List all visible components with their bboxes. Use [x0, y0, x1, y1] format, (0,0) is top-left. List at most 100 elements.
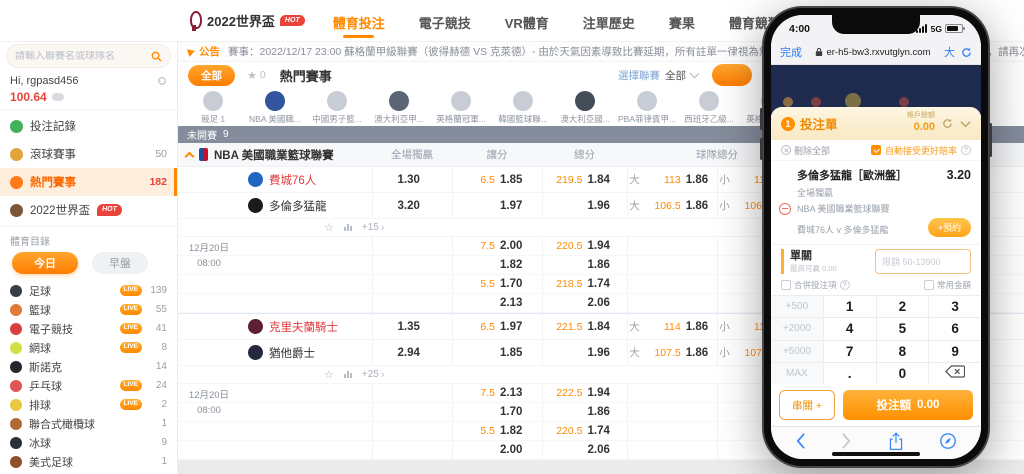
- address-field[interactable]: er-h5-bw3.rxvutglyn.com: [806, 47, 940, 58]
- keypad-key[interactable]: [929, 363, 981, 384]
- team-total-over[interactable]: 大1141.86: [627, 314, 717, 339]
- total-odds[interactable]: 1.96: [542, 340, 627, 365]
- keypad-key[interactable]: 9: [929, 341, 981, 362]
- sport-list-item[interactable]: 電子競技 LIVE 41: [0, 319, 177, 338]
- team-cell[interactable]: 猶他爵士: [240, 340, 372, 365]
- keypad-key[interactable]: 0: [877, 363, 929, 384]
- favorites-counter[interactable]: ★ 0: [247, 69, 266, 82]
- spread-odds[interactable]: 1.82: [452, 256, 542, 274]
- spread-odds[interactable]: 2.00: [452, 441, 542, 459]
- moneyline-odds[interactable]: 1.35: [372, 314, 452, 339]
- keypad-key[interactable]: 8: [877, 341, 929, 362]
- delete-all-button[interactable]: 刪除全部: [781, 144, 830, 157]
- moneyline-odds[interactable]: 2.94: [372, 340, 452, 365]
- sport-list-item[interactable]: 斯諾克 LIVE 14: [0, 357, 177, 376]
- all-filter-button[interactable]: 全部: [188, 65, 235, 86]
- keypad-key[interactable]: +2000: [771, 318, 823, 339]
- moneyline-odds[interactable]: 3.20: [372, 193, 452, 218]
- sport-list-item[interactable]: 排球 LIVE 2: [0, 395, 177, 414]
- total-odds[interactable]: 220.51.94: [542, 237, 627, 255]
- spread-odds[interactable]: 7.52.00: [452, 237, 542, 255]
- total-odds[interactable]: 219.51.84: [542, 167, 627, 192]
- spread-odds[interactable]: 2.13: [452, 294, 542, 312]
- team-total-over[interactable]: 大106.51.86: [627, 193, 717, 218]
- refresh-icon[interactable]: [942, 118, 953, 129]
- common-amount-checkbox[interactable]: 常用金額: [924, 279, 971, 291]
- parlay-button[interactable]: 串關 +: [779, 390, 835, 420]
- collapse-chevron-icon[interactable]: [960, 120, 971, 128]
- total-odds[interactable]: 1.96: [542, 193, 627, 218]
- spread-odds[interactable]: 7.52.13: [452, 384, 542, 402]
- reload-icon[interactable]: [961, 47, 972, 58]
- keypad-key[interactable]: +5000: [771, 341, 823, 362]
- moneyline-odds[interactable]: 1.30: [372, 167, 452, 192]
- league-filter-item[interactable]: 中國男子籃...: [306, 91, 368, 126]
- back-icon[interactable]: [795, 432, 806, 450]
- stake-input[interactable]: [875, 249, 971, 274]
- collapse-caret-icon[interactable]: [185, 151, 195, 161]
- search-input[interactable]: [15, 51, 151, 62]
- league-filter-item[interactable]: 澳大利亞甲...: [368, 91, 430, 126]
- place-bet-button[interactable]: 投注額 0.00: [843, 390, 973, 420]
- font-size-control[interactable]: 大: [944, 44, 955, 60]
- site-logo[interactable]: 2022世界盃 HOT: [186, 11, 305, 31]
- league-filter-item[interactable]: NBA 美國職...: [244, 91, 306, 126]
- keypad-key[interactable]: +500: [771, 296, 823, 317]
- spread-odds[interactable]: 1.97: [452, 193, 542, 218]
- league-filter-item[interactable]: 西班牙乙級...: [678, 91, 740, 126]
- spread-odds[interactable]: 1.85: [452, 340, 542, 365]
- balance-visibility-icon[interactable]: [52, 93, 64, 101]
- spread-odds[interactable]: 5.51.82: [452, 422, 542, 440]
- share-icon[interactable]: [888, 432, 904, 451]
- merge-bets-checkbox[interactable]: 合併投注項 ?: [781, 279, 850, 291]
- league-filter-dropdown[interactable]: 選擇聯賽 全部: [618, 68, 698, 83]
- nav-tab[interactable]: 注單歷史: [583, 2, 635, 40]
- more-markets-link[interactable]: +15›: [362, 222, 385, 234]
- sidebar-menu-item[interactable]: 2022世界盃 HOT: [0, 196, 177, 224]
- team-total-over[interactable]: 大1131.86: [627, 167, 717, 192]
- team-total-over[interactable]: 大107.51.86: [627, 340, 717, 365]
- stats-icon[interactable]: [344, 224, 352, 231]
- sport-list-item[interactable]: 乒乓球 LIVE 24: [0, 376, 177, 395]
- keypad-key[interactable]: 7: [824, 341, 876, 362]
- reserve-button[interactable]: +預約: [928, 218, 971, 237]
- compass-icon[interactable]: [939, 432, 957, 450]
- spread-odds[interactable]: 6.51.97: [452, 314, 542, 339]
- nav-tab[interactable]: 體育投注: [333, 2, 385, 40]
- stats-icon[interactable]: [344, 371, 352, 378]
- keypad-key[interactable]: 5: [877, 318, 929, 339]
- more-markets-link[interactable]: +25›: [362, 369, 385, 381]
- league-filter-item[interactable]: PBA菲律賓甲...: [616, 91, 678, 126]
- keypad-key[interactable]: 6: [929, 318, 981, 339]
- keypad-key[interactable]: 2: [877, 296, 929, 317]
- refresh-balance-icon[interactable]: [157, 76, 167, 86]
- hot-quick-button[interactable]: [712, 64, 752, 86]
- league-filter-item[interactable]: 韓國籃球聯...: [492, 91, 554, 126]
- nav-tab[interactable]: 電子競技: [419, 2, 471, 40]
- total-odds[interactable]: 1.86: [542, 403, 627, 421]
- keypad-key[interactable]: .: [824, 363, 876, 384]
- spread-odds[interactable]: 6.51.85: [452, 167, 542, 192]
- total-odds[interactable]: 1.86: [542, 256, 627, 274]
- total-odds[interactable]: 2.06: [542, 441, 627, 459]
- sidebar-menu-item[interactable]: 投注記錄 HOT: [0, 112, 177, 140]
- favorite-star-icon[interactable]: ☆: [324, 221, 334, 234]
- search-icon[interactable]: [151, 51, 162, 62]
- total-odds[interactable]: 220.51.74: [542, 422, 627, 440]
- team-cell[interactable]: 多倫多猛龍: [240, 193, 372, 218]
- home-indicator[interactable]: [832, 452, 920, 456]
- total-odds[interactable]: 2.06: [542, 294, 627, 312]
- nav-tab[interactable]: 賽果: [669, 2, 695, 40]
- early-market-button[interactable]: 早盤: [92, 252, 148, 274]
- keypad-key[interactable]: 4: [824, 318, 876, 339]
- team-cell[interactable]: 克里夫蘭騎士: [240, 314, 372, 339]
- sport-list-item[interactable]: 籃球 LIVE 55: [0, 300, 177, 319]
- spread-odds[interactable]: 1.70: [452, 403, 542, 421]
- total-odds[interactable]: 218.51.74: [542, 275, 627, 293]
- sidebar-menu-item[interactable]: 滾球賽事 HOT 50: [0, 140, 177, 168]
- sport-list-item[interactable]: 網球 LIVE 8: [0, 338, 177, 357]
- favorite-star-icon[interactable]: ☆: [324, 368, 334, 381]
- league-filter-item[interactable]: 澳大利亞國...: [554, 91, 616, 126]
- league-filter-item[interactable]: 英格蘭冠軍...: [430, 91, 492, 126]
- forward-icon[interactable]: [841, 432, 852, 450]
